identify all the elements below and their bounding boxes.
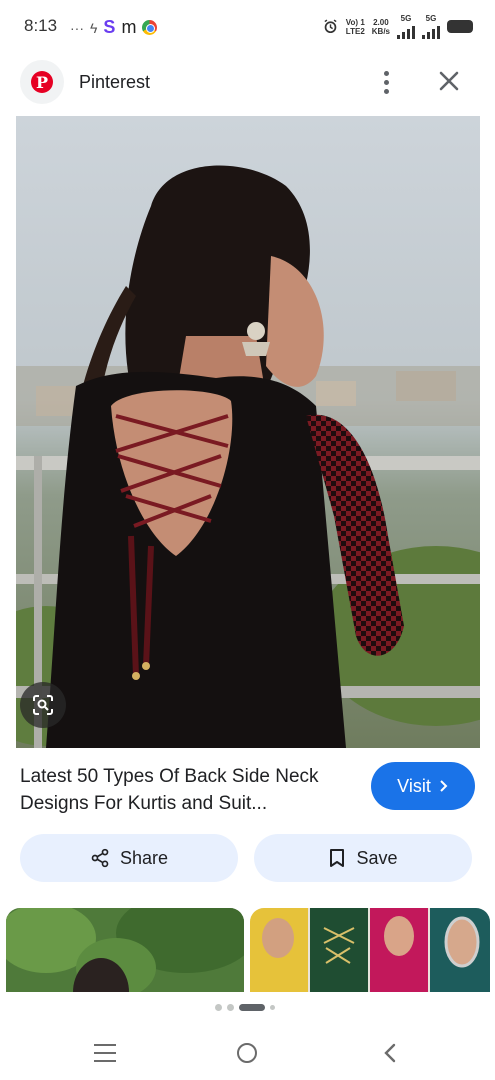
lens-button[interactable]: [20, 682, 66, 728]
close-icon[interactable]: [434, 66, 464, 96]
notification-icons: ··· ϟ S m: [70, 17, 158, 38]
save-label: Save: [356, 847, 398, 868]
speed-value: 2.00: [373, 17, 389, 27]
share-icon: [91, 848, 109, 868]
lens-icon: [33, 695, 53, 715]
carousel-pager: [215, 1004, 275, 1011]
pager-dot: [270, 1005, 275, 1010]
chrome-icon: [142, 20, 158, 35]
app-m-icon: m: [121, 17, 137, 37]
volte-bottom-text: LTE2: [345, 26, 365, 36]
bookmark-icon: [330, 849, 345, 867]
volte-indicator: Vo) 1 LTE2: [346, 18, 365, 36]
signal-2-bars-icon: [422, 23, 440, 39]
pinterest-logo-letter: P: [31, 71, 53, 93]
share-button[interactable]: Share: [20, 834, 238, 882]
speed-indicator: 2.00 KB/s: [372, 18, 390, 36]
pager-dot: [215, 1004, 222, 1011]
alarm-icon: [324, 19, 337, 34]
back-icon[interactable]: [382, 1042, 398, 1064]
result-header: P Pinterest: [0, 56, 495, 112]
related-image-2-graphic: [250, 908, 490, 992]
pager-dot-active: [239, 1004, 265, 1011]
signal-2: 5G: [422, 14, 440, 39]
menu-icon[interactable]: [94, 1044, 116, 1062]
flash-icon: ϟ: [90, 19, 98, 36]
signal-1-label: 5G: [400, 14, 412, 23]
result-title[interactable]: Latest 50 Types Of Back Side Neck Design…: [20, 763, 355, 817]
pager-dot: [227, 1004, 234, 1011]
woman-back-neck-design-photo: [16, 116, 480, 748]
signal-1: 5G: [397, 14, 415, 39]
status-time: 8:13: [24, 16, 58, 35]
share-label: Share: [119, 847, 169, 868]
home-icon[interactable]: [237, 1043, 257, 1063]
save-button[interactable]: Save: [254, 834, 472, 882]
battery-icon: [447, 20, 473, 33]
system-nav-bar: [0, 1028, 495, 1080]
related-image-1[interactable]: [6, 908, 244, 992]
pinterest-logo-icon: P: [20, 60, 64, 104]
chevron-right-icon: [440, 780, 448, 792]
signal-2-label: 5G: [425, 14, 437, 23]
more-vert-icon[interactable]: [372, 68, 400, 96]
signal-1-bars-icon: [397, 23, 415, 39]
main-image[interactable]: [16, 116, 480, 748]
app-s-icon: S: [103, 17, 116, 37]
dots-icon: ···: [70, 19, 84, 36]
visit-label: Visit: [397, 775, 431, 796]
related-image-2[interactable]: [250, 908, 490, 992]
status-indicators: Vo) 1 LTE2 2.00 KB/s 5G 5G: [322, 14, 473, 39]
related-image-1-graphic: [6, 908, 244, 992]
volte-top-text: Vo) 1: [345, 17, 365, 27]
visit-button[interactable]: Visit: [371, 762, 475, 810]
speed-unit: KB/s: [371, 26, 390, 36]
site-name: Pinterest: [79, 72, 151, 92]
status-bar: 8:13 ··· ϟ S m Vo) 1 LTE2 2.00 KB/s 5G 5…: [0, 0, 495, 54]
